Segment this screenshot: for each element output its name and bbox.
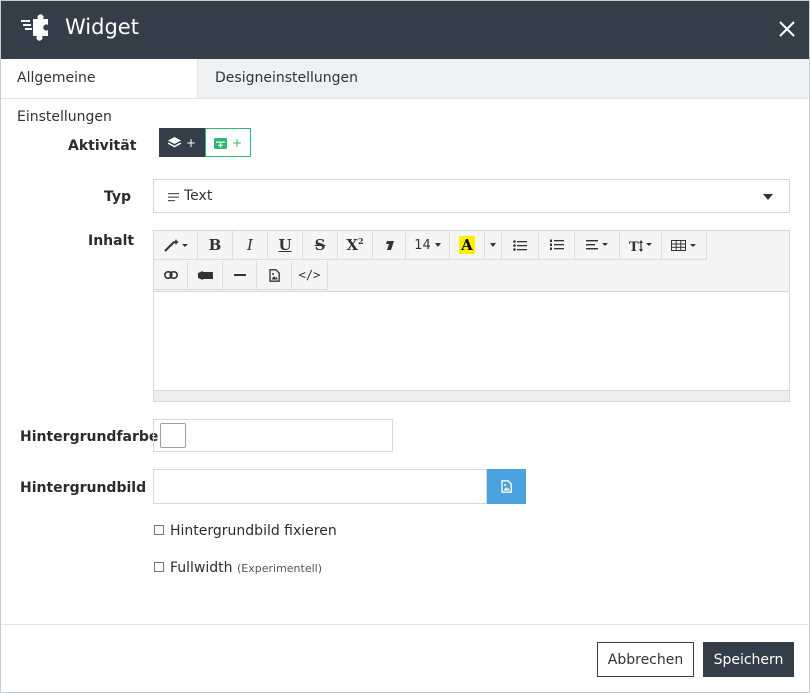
fullwidth-checkbox[interactable] — [154, 562, 164, 572]
fix-bg-checkbox[interactable] — [154, 525, 164, 535]
italic-button[interactable]: I — [233, 231, 268, 260]
link-icon — [163, 271, 178, 279]
underline-button[interactable]: U — [268, 231, 303, 260]
insert-link-button[interactable] — [154, 261, 188, 290]
layers-icon — [167, 137, 181, 148]
rich-text-editor: B I U S X2 14 A T </> — [153, 230, 790, 402]
add-layer-button[interactable]: + — [159, 128, 205, 157]
puzzle-icon — [21, 14, 48, 41]
bold-button[interactable]: B — [198, 231, 233, 260]
fullwidth-note: (Experimentell) — [236, 562, 323, 575]
code-icon: </> — [298, 268, 321, 282]
bold-icon: B — [208, 236, 222, 254]
type-select-value: Text — [184, 188, 213, 204]
text-color-dropdown[interactable] — [485, 231, 502, 260]
bgcolor-swatch[interactable] — [160, 423, 186, 448]
bullet-list-icon — [513, 239, 527, 251]
editor-toolbar: B I U S X2 14 A T </> — [154, 231, 789, 292]
numbered-list-icon — [549, 239, 564, 250]
footer-divider — [1, 624, 809, 625]
image-file-icon — [268, 268, 280, 282]
insert-video-button[interactable] — [188, 261, 223, 290]
close-icon[interactable] — [773, 15, 801, 43]
fix-bg-label[interactable]: Hintergrundbild fixieren — [170, 523, 337, 539]
insert-image-button[interactable] — [257, 261, 292, 290]
table-dropdown[interactable] — [662, 231, 707, 260]
horizontal-rule-icon — [233, 273, 246, 276]
dialog-title: Widget — [65, 15, 139, 39]
image-file-icon — [501, 480, 512, 493]
underline-icon: U — [278, 236, 292, 254]
text-lines-icon — [168, 193, 179, 202]
bgcolor-field[interactable] — [153, 419, 393, 452]
italic-icon: I — [247, 236, 253, 254]
line-height-icon: T — [629, 239, 652, 252]
calendar-icon — [213, 137, 227, 149]
editor-content-area[interactable] — [154, 292, 789, 391]
type-select[interactable]: Text — [153, 179, 790, 213]
line-height-dropdown[interactable]: T — [620, 231, 662, 260]
type-label: Typ — [104, 189, 132, 205]
magic-style-button[interactable] — [154, 231, 198, 260]
bgimage-input[interactable] — [153, 469, 487, 504]
horizontal-rule-button[interactable] — [223, 261, 257, 290]
text-color-icon: A — [459, 236, 475, 254]
eraser-icon — [384, 240, 394, 250]
unordered-list-button[interactable] — [502, 231, 539, 260]
add-calendar-plus: + — [231, 135, 243, 150]
video-icon — [197, 270, 213, 280]
paragraph-align-dropdown[interactable] — [575, 231, 620, 260]
font-size-dropdown[interactable]: 14 — [406, 231, 450, 260]
chevron-down-icon — [763, 194, 773, 200]
table-icon — [671, 239, 696, 251]
code-view-button[interactable]: </> — [292, 261, 328, 290]
superscript-icon: X2 — [346, 236, 364, 254]
add-calendar-button[interactable]: + — [205, 128, 251, 157]
chevron-down-icon — [434, 243, 441, 247]
bgcolor-label: Hintergrundfarbe — [20, 429, 159, 445]
activity-label: Aktivität — [68, 138, 137, 154]
tab-bar: Allgemeine Einstellungen Designeinstellu… — [1, 59, 809, 125]
strikethrough-button[interactable]: S — [303, 231, 338, 260]
activity-buttons: + + — [159, 128, 251, 157]
strikethrough-icon: S — [314, 236, 326, 254]
chevron-down-icon — [490, 243, 496, 247]
bgimage-picker-button[interactable] — [487, 469, 526, 504]
font-size-value: 14 — [414, 237, 431, 253]
tab-general-settings[interactable]: Allgemeine Einstellungen — [1, 59, 198, 125]
save-button[interactable]: Speichern — [703, 642, 794, 677]
magic-wand-icon — [163, 239, 188, 252]
content-label: Inhalt — [88, 233, 135, 249]
fullwidth-text: Fullwidth — [170, 560, 233, 576]
fullwidth-label[interactable]: Fullwidth (Experimentell) — [170, 560, 322, 576]
clear-format-button[interactable] — [373, 231, 406, 260]
svg-text:T: T — [629, 240, 639, 252]
superscript-button[interactable]: X2 — [338, 231, 373, 260]
tab-design-settings[interactable]: Designeinstellungen — [198, 59, 368, 98]
bgimage-label: Hintergrundbild — [20, 480, 147, 496]
ordered-list-button[interactable] — [539, 231, 575, 260]
add-layer-plus: + — [185, 135, 197, 150]
cancel-button[interactable]: Abbrechen — [597, 642, 694, 677]
text-color-button[interactable]: A — [450, 231, 485, 260]
align-left-icon — [586, 240, 608, 250]
widget-dialog: Widget Allgemeine Einstellungen Designei… — [0, 0, 810, 693]
dialog-header: Widget — [1, 1, 809, 59]
editor-resize-bar[interactable] — [154, 390, 789, 401]
